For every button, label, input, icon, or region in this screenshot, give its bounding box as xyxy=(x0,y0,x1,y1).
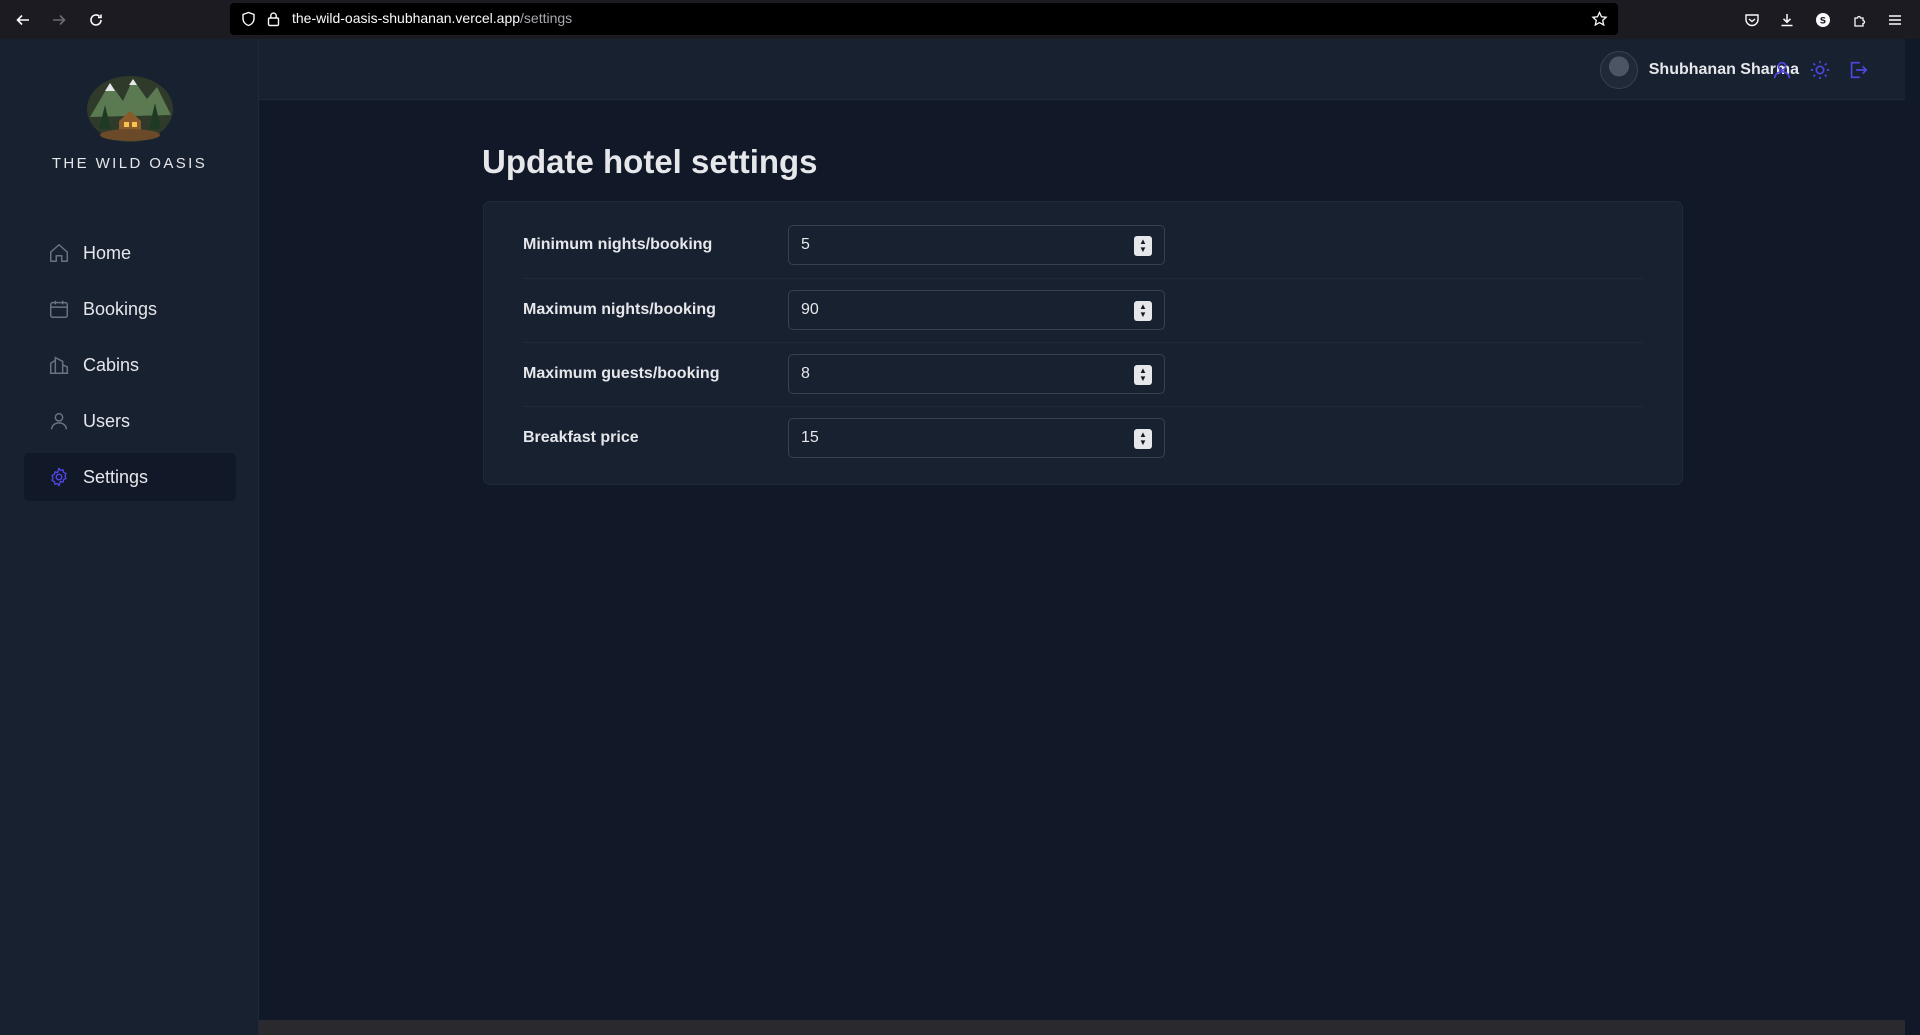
user-icon[interactable] xyxy=(1769,57,1795,83)
min-nights-label: Minimum nights/booking xyxy=(523,236,713,253)
url-bar[interactable]: the-wild-oasis-shubhanan.vercel.app/sett… xyxy=(230,3,1618,35)
spinner-down-icon: ▼ xyxy=(1139,374,1147,383)
sidebar-item-cabins[interactable]: Cabins xyxy=(24,341,236,389)
horizontal-scrollbar[interactable] xyxy=(259,1020,1905,1035)
bookmark-star-icon[interactable] xyxy=(1591,11,1608,27)
back-icon[interactable] xyxy=(11,8,35,32)
menu-icon[interactable] xyxy=(1883,8,1907,32)
main-nav: Home Bookings Cabins Users Settings xyxy=(24,229,236,509)
user-icon xyxy=(48,410,70,432)
url-text: the-wild-oasis-shubhanan.vercel.app/sett… xyxy=(292,10,572,28)
max-guests-label: Maximum guests/booking xyxy=(523,365,720,382)
sidebar-item-home[interactable]: Home xyxy=(24,229,236,277)
settings-form: Minimum nights/booking 5 ▲ ▼ Maximum nigh… xyxy=(483,201,1683,485)
logout-icon[interactable] xyxy=(1845,57,1871,83)
sidebar-item-label: Users xyxy=(83,410,131,431)
sidebar-item-bookings[interactable]: Bookings xyxy=(24,285,236,333)
form-row-max-guests: Maximum guests/booking 8 ▲ ▼ xyxy=(523,342,1643,406)
breakfast-price-label: Breakfast price xyxy=(523,429,639,446)
number-spinner[interactable]: ▲ ▼ xyxy=(1134,301,1152,321)
form-row-max-nights: Maximum nights/booking 90 ▲ ▼ xyxy=(523,278,1643,342)
sidebar-item-users[interactable]: Users xyxy=(24,397,236,445)
url-host: the-wild-oasis-shubhanan.vercel.app xyxy=(292,10,521,26)
number-spinner[interactable]: ▲ ▼ xyxy=(1134,429,1152,449)
max-nights-value: 90 xyxy=(801,301,819,318)
calendar-icon xyxy=(48,298,70,320)
sidebar-item-label: Bookings xyxy=(83,298,158,319)
spinner-down-icon: ▼ xyxy=(1139,245,1147,254)
sidebar-item-label: Home xyxy=(83,242,132,263)
forward-icon[interactable] xyxy=(47,8,71,32)
svg-text:S: S xyxy=(1820,17,1826,27)
min-nights-value: 5 xyxy=(801,236,810,253)
logo-image xyxy=(85,69,175,143)
download-icon[interactable] xyxy=(1775,8,1799,32)
max-nights-label: Maximum nights/booking xyxy=(523,301,716,318)
sidebar-item-settings[interactable]: Settings xyxy=(24,453,236,501)
number-spinner[interactable]: ▲ ▼ xyxy=(1134,236,1152,256)
vertical-scrollbar[interactable] xyxy=(1905,39,1920,1035)
lock-icon xyxy=(267,11,280,27)
max-nights-input[interactable]: 90 ▲ ▼ xyxy=(788,290,1165,330)
number-spinner[interactable]: ▲ ▼ xyxy=(1134,365,1152,385)
reload-icon[interactable] xyxy=(84,8,108,32)
page-title: Update hotel settings xyxy=(482,143,818,180)
shield-icon xyxy=(241,11,256,27)
url-path: /settings xyxy=(520,10,573,26)
account-icon[interactable]: S xyxy=(1811,8,1835,32)
extensions-icon[interactable] xyxy=(1848,8,1872,32)
max-guests-input[interactable]: 8 ▲ ▼ xyxy=(788,354,1165,394)
logo[interactable]: THE WILD OASIS xyxy=(0,69,259,172)
min-nights-input[interactable]: 5 ▲ ▼ xyxy=(788,225,1165,265)
breakfast-price-input[interactable]: 15 ▲ ▼ xyxy=(788,418,1165,458)
sidebar-item-label: Cabins xyxy=(83,354,140,375)
building-icon xyxy=(48,354,70,376)
sidebar-item-label: Settings xyxy=(83,466,149,487)
spinner-down-icon: ▼ xyxy=(1139,438,1147,447)
max-guests-value: 8 xyxy=(801,365,810,382)
sidebar: THE WILD OASIS Home Bookings Cabins User… xyxy=(0,39,259,1035)
form-row-breakfast-price: Breakfast price 15 ▲ ▼ xyxy=(523,406,1643,470)
gear-icon xyxy=(48,466,70,488)
home-icon xyxy=(48,242,70,264)
avatar xyxy=(1599,51,1638,89)
app-header: Shubhanan Sharma xyxy=(259,39,1905,100)
browser-toolbar: the-wild-oasis-shubhanan.vercel.app/sett… xyxy=(0,0,1920,39)
sun-icon[interactable] xyxy=(1807,57,1833,83)
spinner-down-icon: ▼ xyxy=(1139,310,1147,319)
main-content: Update hotel settings Minimum nights/boo… xyxy=(259,100,1905,1020)
form-row-min-nights: Minimum nights/booking 5 ▲ ▼ xyxy=(523,213,1643,277)
pocket-icon[interactable] xyxy=(1740,8,1764,32)
brand-name: THE WILD OASIS xyxy=(51,155,208,172)
breakfast-price-value: 15 xyxy=(801,429,819,446)
